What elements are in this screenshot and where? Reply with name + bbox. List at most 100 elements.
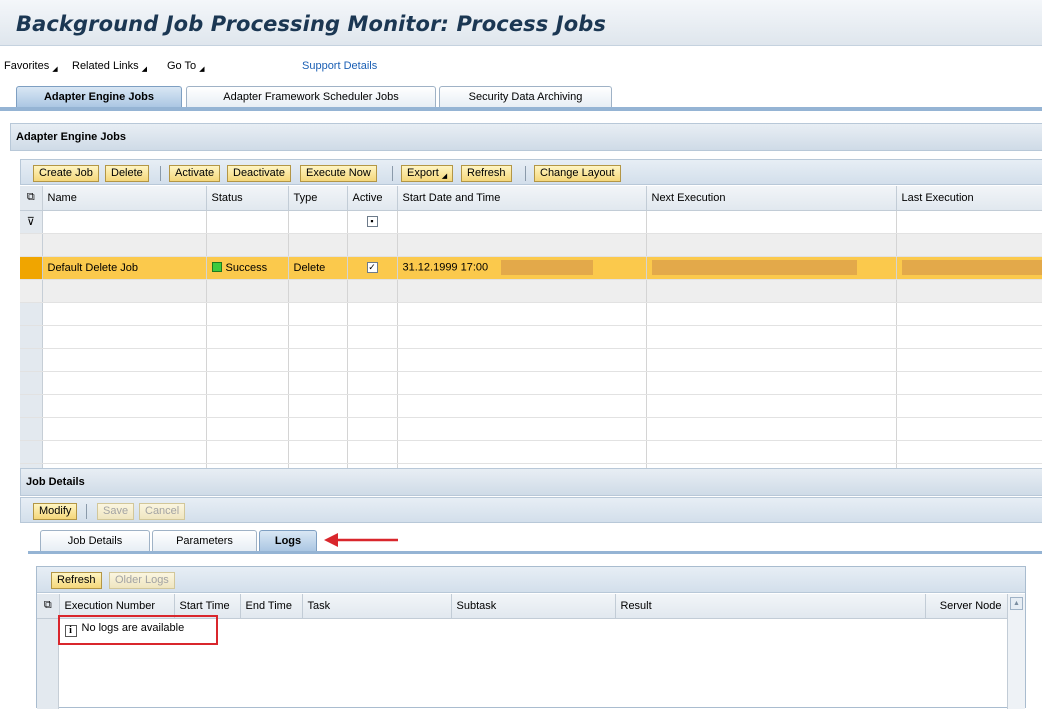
delete-button[interactable]: Delete [105,165,149,182]
tab-parameters[interactable]: Parameters [152,530,257,552]
export-button[interactable]: Export ◢ [401,165,454,182]
column-header-start-date[interactable]: Start Date and Time [397,186,647,211]
cancel-button[interactable]: Cancel [139,503,186,520]
logs-toolbar: Refresh Older Logs [37,567,1025,593]
table-row[interactable] [20,440,1042,464]
table-cell [646,302,897,326]
row-selector [37,618,60,641]
logs-refresh-button[interactable]: Refresh [51,572,102,589]
column-header-name[interactable]: Name [42,186,207,211]
tab-security-data-archiving[interactable]: Security Data Archiving [439,86,612,108]
row-selector[interactable] [20,279,43,303]
table-row[interactable] [20,371,1042,395]
filter-icon[interactable]: ⊽ [20,210,43,234]
table-cell [206,302,289,326]
table-cell [42,348,207,372]
column-header-end-time[interactable]: End Time [240,594,303,619]
table-cell [397,440,647,464]
tab-adapter-framework-scheduler-jobs[interactable]: Adapter Framework Scheduler Jobs [186,86,436,108]
table-row[interactable] [20,394,1042,418]
caret-icon: ◢ [199,66,205,73]
table-row[interactable] [20,279,1042,303]
column-header-status[interactable]: Status [206,186,289,211]
filter-cell[interactable] [397,210,647,234]
filter-active-checkbox[interactable]: ▪ [347,210,398,234]
row-selector[interactable] [20,302,43,326]
table-cell [646,417,897,441]
toolbar-separator [392,166,393,181]
row-selector[interactable] [20,371,43,395]
logs-scrollbar[interactable]: ▲ [1007,594,1025,709]
column-header-last-execution[interactable]: Last Execution [896,186,1042,211]
table-cell [397,371,647,395]
row-selector[interactable] [20,233,43,257]
table-cell [288,233,348,257]
column-header-task[interactable]: Task [302,594,452,619]
table-cell [206,417,289,441]
job-status-cell: Success [206,256,289,280]
row-selector[interactable] [20,394,43,418]
filter-cell[interactable] [288,210,348,234]
table-cell [347,440,398,464]
create-job-button[interactable]: Create Job [33,165,99,182]
table-cell [288,417,348,441]
table-cell [646,440,897,464]
job-start-cell: 31.12.1999 17:00 [397,256,647,280]
table-row-selected[interactable]: Default Delete Job Success Delete ✓ 31.1… [20,256,1042,280]
column-header-active[interactable]: Active [347,186,398,211]
filter-cell[interactable] [646,210,897,234]
tab-logs[interactable]: Logs [259,530,317,552]
table-row[interactable] [20,348,1042,372]
change-layout-button[interactable]: Change Layout [534,165,621,182]
table-cell [206,233,289,257]
table-row[interactable] [20,302,1042,326]
older-logs-button[interactable]: Older Logs [109,572,175,589]
table-cell [896,394,1042,418]
table-row[interactable] [20,417,1042,441]
save-button[interactable]: Save [97,503,135,520]
column-header-result[interactable]: Result [615,594,926,619]
support-details-link[interactable]: Support Details [302,60,377,72]
go-to-menu[interactable]: Go To ◢ [167,60,205,73]
related-links-menu[interactable]: Related Links ◢ [72,60,147,73]
filter-cell[interactable] [42,210,207,234]
filter-cell[interactable] [896,210,1042,234]
table-row[interactable] [20,233,1042,257]
favorites-menu[interactable]: Favorites ◢ [4,60,58,73]
table-cell [288,348,348,372]
caret-icon: ◢ [141,66,148,73]
table-cell [646,325,897,349]
refresh-button[interactable]: Refresh [461,165,512,182]
tab-adapter-engine-jobs[interactable]: Adapter Engine Jobs [16,86,182,108]
row-selector[interactable] [20,348,43,372]
column-header-type[interactable]: Type [288,186,348,211]
column-header-next-execution[interactable]: Next Execution [646,186,897,211]
table-cell [347,371,398,395]
row-selector[interactable] [20,440,43,464]
row-selector[interactable] [20,417,43,441]
scroll-up-icon[interactable]: ▲ [1010,597,1023,610]
tab-job-details[interactable]: Job Details [40,530,150,552]
table-cell [42,325,207,349]
table-settings-icon[interactable]: ⧉ [20,186,43,211]
table-cell [347,279,398,303]
go-to-label: Go To [167,60,197,72]
row-selector[interactable] [20,256,43,280]
table-settings-icon[interactable]: ⧉ [37,594,60,619]
job-type-cell: Delete [288,256,348,280]
row-selector[interactable] [20,325,43,349]
caret-icon: ◢ [441,173,448,180]
table-cell [646,394,897,418]
modify-button[interactable]: Modify [33,503,78,520]
activate-button[interactable]: Activate [169,165,221,182]
execute-now-button[interactable]: Execute Now [300,165,377,182]
deactivate-button[interactable]: Deactivate [227,165,291,182]
table-row[interactable] [20,325,1042,349]
table-cell [206,279,289,303]
column-header-subtask[interactable]: Subtask [451,594,616,619]
toolbar-separator [525,166,526,181]
column-header-server-node[interactable]: Server Node [925,594,1008,619]
related-links-label: Related Links [72,60,139,72]
filter-cell[interactable] [206,210,289,234]
jobs-section-header: Adapter Engine Jobs [10,123,1042,151]
